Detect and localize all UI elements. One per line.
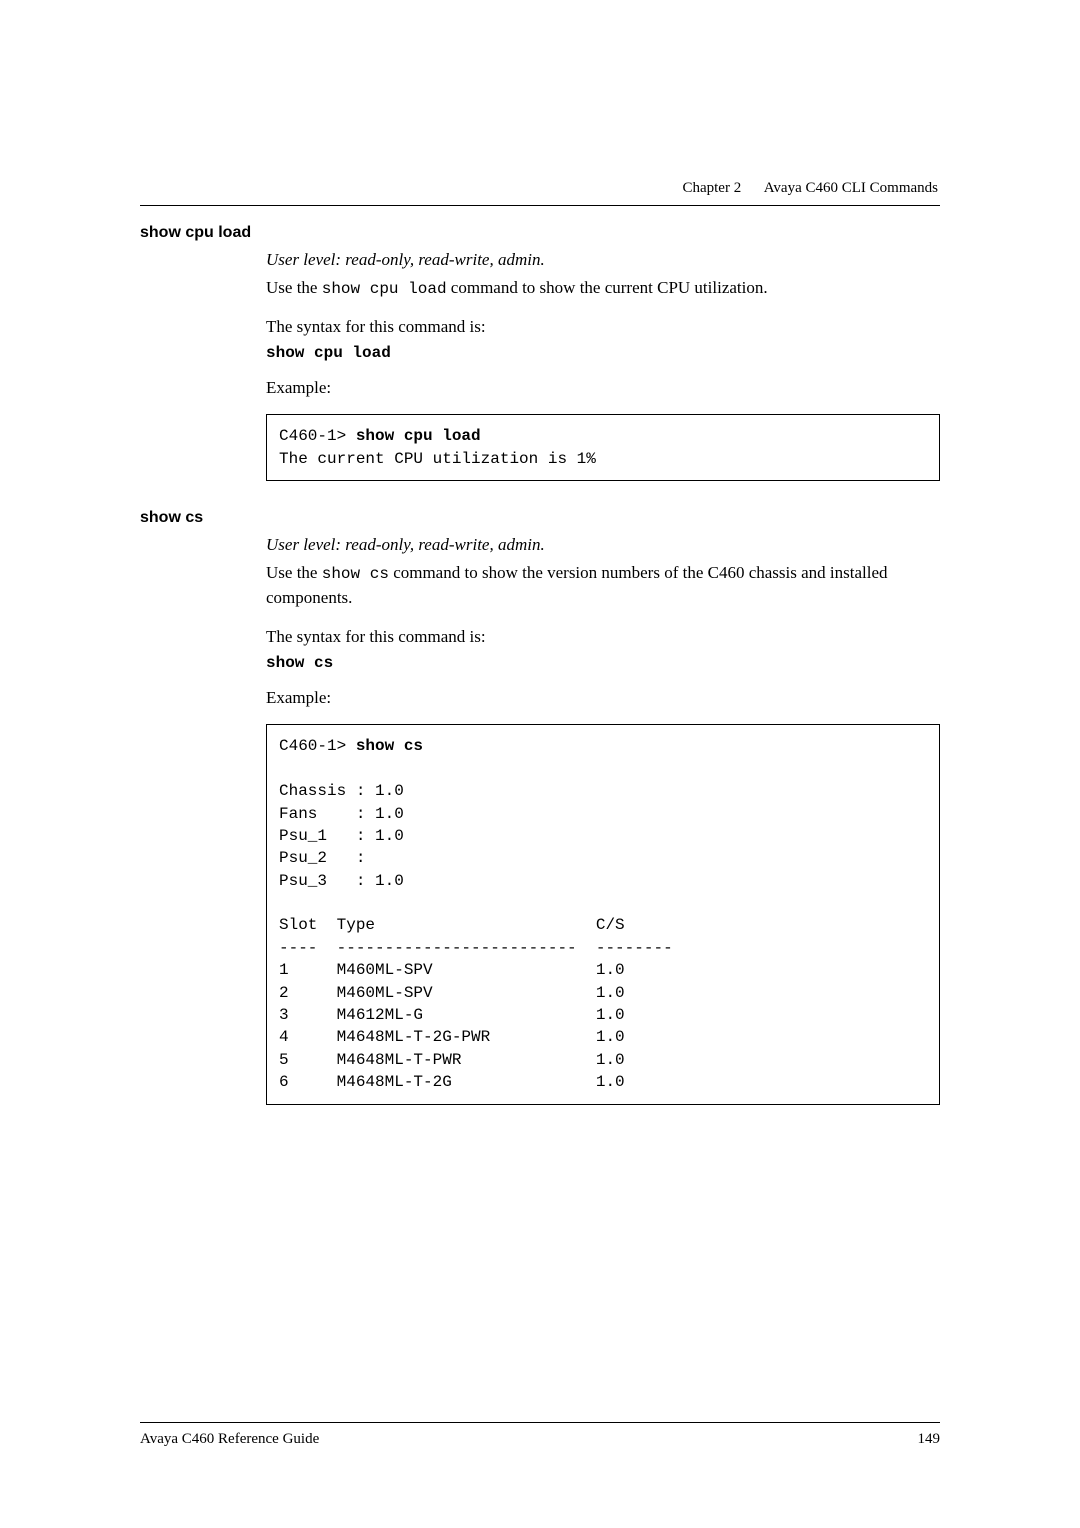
example-label: Example: [266, 376, 940, 401]
header-rule [140, 205, 940, 206]
intro-post: command to show the current CPU utilizat… [447, 278, 768, 297]
intro-pre: Use the [266, 278, 322, 297]
example-label: Example: [266, 686, 940, 711]
user-level-note: User level: read-only, read-write, admin… [266, 250, 940, 270]
footer-left: Avaya C460 Reference Guide [140, 1431, 319, 1448]
chapter-title: Avaya C460 CLI Commands [764, 180, 938, 196]
code-output: Chassis : 1.0 Fans : 1.0 Psu_1 : 1.0 Psu… [279, 782, 673, 1091]
intro-text: Use the show cpu load command to show th… [266, 276, 940, 301]
code-command: show cpu load [356, 427, 481, 445]
user-level-note: User level: read-only, read-write, admin… [266, 535, 940, 555]
intro-text: Use the show cs command to show the vers… [266, 561, 940, 611]
code-prompt: C460-1> [279, 737, 356, 755]
footer-page-number: 149 [918, 1431, 941, 1448]
intro-pre: Use the [266, 563, 322, 582]
code-example-cpu-load: C460-1> show cpu load The current CPU ut… [266, 414, 940, 481]
chapter-header: Chapter 2 Avaya C460 CLI Commands [140, 180, 940, 197]
section-heading-show-cpu-load: show cpu load [140, 224, 940, 242]
section-heading-show-cs: show cs [140, 509, 940, 527]
intro-cmd: show cpu load [322, 280, 447, 298]
syntax-command: show cpu load [266, 344, 940, 362]
code-output: The current CPU utilization is 1% [279, 450, 596, 468]
intro-cmd: show cs [322, 565, 389, 583]
code-example-cs: C460-1> show cs Chassis : 1.0 Fans : 1.0… [266, 724, 940, 1104]
page-footer: Avaya C460 Reference Guide 149 [140, 1422, 940, 1448]
code-prompt: C460-1> [279, 427, 356, 445]
chapter-number: Chapter 2 [682, 180, 741, 196]
code-command: show cs [356, 737, 423, 755]
syntax-intro: The syntax for this command is: [266, 315, 940, 340]
syntax-intro: The syntax for this command is: [266, 625, 940, 650]
syntax-command: show cs [266, 654, 940, 672]
